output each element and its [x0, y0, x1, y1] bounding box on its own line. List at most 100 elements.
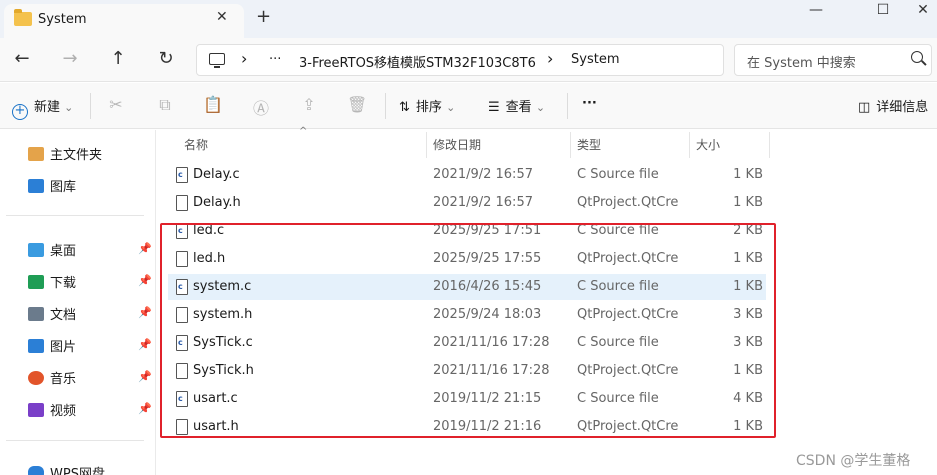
home-icon [28, 147, 44, 161]
file-modified-date: 2025/9/25 17:55 [433, 251, 542, 266]
pin-icon[interactable]: 📌 [138, 338, 152, 351]
sidebar-item-videos[interactable]: 视频 [28, 400, 76, 420]
view-button[interactable]: ☰ 查看 ⌄ [488, 96, 545, 115]
file-name: system.c [193, 279, 252, 294]
file-size: 3 KB [733, 335, 763, 350]
forward-button[interactable]: → [58, 48, 82, 69]
column-header-type[interactable]: 类型 [577, 136, 601, 153]
file-name: SysTick.c [193, 335, 253, 350]
sidebar-item-home[interactable]: 主文件夹 [28, 144, 102, 164]
gallery-icon [28, 179, 44, 193]
c-glyph: c [178, 394, 183, 403]
c-glyph: c [178, 226, 183, 235]
back-button[interactable]: ← [10, 48, 34, 69]
pin-icon[interactable]: 📌 [138, 242, 152, 255]
column-divider[interactable] [769, 132, 770, 158]
sidebar-item-desktop[interactable]: 桌面 [28, 240, 76, 260]
file-modified-date: 2021/11/16 17:28 [433, 363, 550, 378]
tab-title: System [38, 12, 87, 27]
copy-icon[interactable]: ⧉ [155, 95, 175, 115]
refresh-button[interactable]: ↻ [154, 48, 178, 69]
c-source-file-icon: c [176, 167, 188, 183]
share-icon[interactable]: ⇪ [299, 95, 319, 114]
file-type: C Source file [577, 223, 659, 238]
search-icon[interactable] [911, 51, 923, 63]
header-file-icon [176, 307, 188, 323]
column-divider[interactable] [689, 132, 690, 158]
c-source-file-icon: c [176, 335, 188, 351]
search-input[interactable]: 在 System 中搜索 [747, 52, 856, 71]
file-row[interactable]: system.h 2025/9/24 18:03 QtProject.QtCre..… [168, 302, 766, 328]
file-row[interactable]: c usart.c 2019/11/2 21:15 C Source file 4 KB [168, 386, 766, 412]
file-size: 1 KB [733, 251, 763, 266]
delete-icon[interactable]: 🗑 [347, 95, 367, 114]
breadcrumb-system[interactable]: System [571, 52, 619, 67]
file-type: C Source file [577, 335, 659, 350]
navigation-pane: 主文件夹 图库 桌面 📌 下载 📌 文档 📌 图片 📌 音乐 📌 视频 📌 WP… [0, 130, 156, 475]
file-size: 4 KB [733, 391, 763, 406]
breadcrumb-overflow[interactable]: ··· [269, 52, 281, 67]
sidebar-item-music[interactable]: 音乐 [28, 368, 76, 388]
pin-icon[interactable]: 📌 [138, 370, 152, 383]
tab-system[interactable]: System ✕ [4, 4, 244, 38]
file-row[interactable]: usart.h 2019/11/2 21:16 QtProject.QtCre...… [168, 414, 766, 440]
sidebar-item-gallery[interactable]: 图库 [28, 176, 76, 196]
close-window-button[interactable]: ✕ [900, 0, 937, 24]
sidebar-item-label: 主文件夹 [50, 148, 103, 163]
sort-label: 排序 [415, 100, 442, 115]
watermark: CSDN @学生董格 [796, 453, 911, 469]
column-header-name[interactable]: 名称 [184, 136, 208, 153]
file-name: SysTick.h [193, 363, 254, 378]
sidebar-item-pictures[interactable]: 图片 [28, 336, 76, 356]
close-tab-icon[interactable]: ✕ [216, 9, 228, 25]
file-name: led.h [193, 251, 226, 266]
add-icon: + [12, 104, 28, 120]
c-glyph: c [178, 170, 183, 179]
new-button[interactable]: + 新建 ⌄ [12, 96, 73, 120]
file-row[interactable]: led.h 2025/9/25 17:55 QtProject.QtCre... 1 … [168, 246, 766, 272]
up-button[interactable]: ↑ [106, 48, 130, 69]
file-row[interactable]: c led.c 2025/9/25 17:51 C Source file 2 KB [168, 218, 766, 244]
file-row[interactable]: SysTick.h 2021/11/16 17:28 QtProject.QtCre… [168, 358, 766, 384]
column-header-size[interactable]: 大小 [696, 136, 720, 153]
file-row[interactable]: c Delay.c 2021/9/2 16:57 C Source file 1 KB [168, 162, 766, 188]
divider [567, 93, 568, 119]
sort-button[interactable]: ⇅ 排序 ⌄ [399, 96, 455, 115]
new-tab-button[interactable]: + [256, 6, 271, 27]
header-file-icon [176, 195, 188, 211]
address-bar[interactable]: › ··· 3-FreeRTOS移植模版STM32F103C8T6 › Syst… [196, 44, 724, 76]
file-modified-date: 2016/4/26 15:45 [433, 279, 542, 294]
rename-icon[interactable]: Ⓐ [251, 95, 271, 119]
sidebar-item-wps-cloud[interactable]: WPS网盘 [28, 463, 105, 475]
sidebar-item-downloads[interactable]: 下载 [28, 272, 76, 292]
header-file-icon [176, 419, 188, 435]
column-divider[interactable] [570, 132, 571, 158]
chevron-down-icon: ⌄ [535, 101, 546, 114]
sidebar-item-documents[interactable]: 文档 [28, 304, 76, 324]
divider [90, 93, 91, 119]
pictures-icon [28, 339, 44, 353]
file-type: QtProject.QtCre... [577, 363, 679, 378]
minimize-button[interactable]: — [793, 0, 839, 24]
search-box[interactable]: 在 System 中搜索 [734, 44, 932, 76]
paste-icon[interactable]: 📋 [203, 95, 223, 114]
column-header-date[interactable]: 修改日期 [433, 136, 481, 153]
file-size: 1 KB [733, 419, 763, 434]
more-options-button[interactable]: ··· [582, 96, 597, 111]
sidebar-item-label: WPS网盘 [50, 467, 105, 475]
pin-icon[interactable]: 📌 [138, 274, 152, 287]
pin-icon[interactable]: 📌 [138, 306, 152, 319]
details-button[interactable]: ◫ 详细信息 [858, 96, 928, 115]
file-row[interactable]: Delay.h 2021/9/2 16:57 QtProject.QtCre... 1… [168, 190, 766, 216]
breadcrumb-project-folder[interactable]: 3-FreeRTOS移植模版STM32F103C8T6 [299, 52, 536, 71]
cut-icon[interactable]: ✂ [106, 95, 126, 114]
file-row[interactable]: c SysTick.c 2021/11/16 17:28 C Source file 3… [168, 330, 766, 356]
pin-icon[interactable]: 📌 [138, 402, 152, 415]
header-file-icon [176, 251, 188, 267]
column-divider[interactable] [426, 132, 427, 158]
this-pc-icon [209, 53, 225, 68]
c-source-file-icon: c [176, 223, 188, 239]
file-row[interactable]: c system.c 2016/4/26 15:45 C Source file 1 K… [168, 274, 766, 300]
file-name: led.c [193, 223, 225, 238]
sidebar-item-label: 视频 [50, 404, 77, 419]
